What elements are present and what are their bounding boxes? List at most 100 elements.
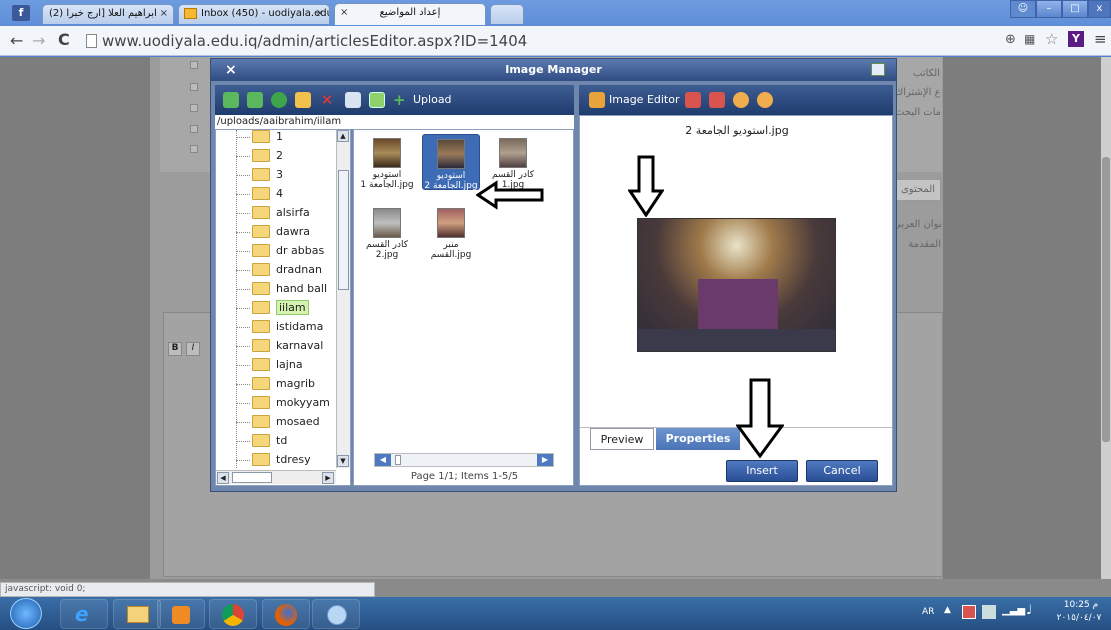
bookmark-star-icon[interactable]: ☆ xyxy=(1045,30,1058,48)
folder-icon xyxy=(252,168,270,181)
translate-icon[interactable]: ▦ xyxy=(1024,32,1035,46)
page-scrollbar-thumb[interactable] xyxy=(1102,157,1110,442)
chrome-icon[interactable] xyxy=(209,599,257,629)
tree-connector xyxy=(236,137,250,138)
user-icon[interactable]: ☺ xyxy=(1010,0,1036,18)
close-icon[interactable]: × xyxy=(340,7,348,18)
scroll-right-button[interactable]: ▶ xyxy=(537,454,553,466)
close-icon[interactable]: × xyxy=(225,59,237,81)
new-folder-icon[interactable] xyxy=(295,92,311,108)
tree-connector xyxy=(236,213,250,214)
minimize-button[interactable]: – xyxy=(1036,0,1062,18)
folder-label: magrib xyxy=(276,377,315,390)
folder-icon xyxy=(252,301,270,314)
checkbox[interactable] xyxy=(190,61,198,69)
action-center-icon[interactable] xyxy=(982,605,996,619)
scroll-down-button[interactable]: ▼ xyxy=(337,455,349,467)
network-warning-icon[interactable] xyxy=(962,605,976,619)
menu-icon[interactable]: ≡ xyxy=(1094,30,1107,48)
clock-time[interactable]: 10:25 م xyxy=(1055,600,1107,610)
files-hscroll[interactable]: ◀ ▶ xyxy=(374,453,554,467)
yahoo-icon[interactable]: Y xyxy=(1068,31,1084,47)
close-icon[interactable]: × xyxy=(316,8,324,19)
image-editor-label[interactable]: Image Editor xyxy=(609,93,680,106)
paint-icon[interactable] xyxy=(312,599,360,629)
forward-arrow-icon[interactable] xyxy=(247,92,263,108)
tree-connector xyxy=(236,308,250,309)
file-thumbnail[interactable]: كادر القسم 2.jpg xyxy=(358,208,416,260)
status-bar: javascript: void 0; xyxy=(0,582,375,597)
scroll-left-button[interactable]: ◀ xyxy=(217,472,229,484)
delete-icon[interactable]: ✕ xyxy=(319,92,335,108)
start-button[interactable] xyxy=(10,598,42,629)
file-thumbnail-selected[interactable]: استوديو الجامعة 2.jpg xyxy=(422,134,480,191)
file-explorer-icon[interactable] xyxy=(113,599,161,629)
maximize-button[interactable]: □ xyxy=(1062,0,1088,18)
tab-preview[interactable]: Preview xyxy=(590,428,654,450)
file-thumbnail[interactable]: استوديو الجامعة 1.jpg xyxy=(358,138,416,190)
back-icon[interactable]: ← xyxy=(10,31,23,50)
h-scroll-thumb[interactable] xyxy=(395,455,401,465)
crop-icon[interactable] xyxy=(685,92,701,108)
back-arrow-icon[interactable] xyxy=(223,92,239,108)
italic-button[interactable]: I xyxy=(186,342,200,356)
upload-label[interactable]: Upload xyxy=(413,93,452,106)
internet-explorer-icon[interactable]: e xyxy=(60,599,108,629)
h-scroll-thumb[interactable] xyxy=(232,472,272,483)
dialog-title-bar: Image Manager × xyxy=(211,59,896,81)
insert-button[interactable]: Insert xyxy=(726,460,798,482)
maximize-icon[interactable] xyxy=(871,63,885,76)
url-bar[interactable]: www.uodiyala.edu.iq/admin/articlesEditor… xyxy=(82,30,987,52)
list-view-icon[interactable] xyxy=(345,92,361,108)
volume-icon[interactable]: ♩ xyxy=(1026,603,1032,618)
show-hidden-icons[interactable]: ▲ xyxy=(944,605,951,615)
refresh-icon[interactable] xyxy=(271,92,287,108)
reload-icon[interactable]: C xyxy=(58,30,70,49)
tree-connector xyxy=(236,289,250,290)
firefox-icon[interactable] xyxy=(262,599,310,629)
image-editor-icon[interactable] xyxy=(589,92,605,108)
tree-connector xyxy=(236,365,250,366)
thumbnail-view-icon[interactable] xyxy=(369,92,385,108)
upload-icon[interactable]: + xyxy=(393,92,409,108)
signal-icon[interactable]: ▁▃▅ xyxy=(1002,605,1025,616)
forward-icon[interactable]: → xyxy=(32,31,45,50)
tree-connector xyxy=(236,460,250,461)
checkbox[interactable] xyxy=(190,145,198,153)
tree-scrollbar[interactable]: ▲ ▼ xyxy=(336,130,350,468)
scroll-up-button[interactable]: ▲ xyxy=(337,130,349,142)
bold-button[interactable]: B xyxy=(168,342,182,356)
tab-facebook[interactable]: (2) ابراهيم العلا [ارج خبرا × xyxy=(42,4,174,24)
zoom-in-icon[interactable] xyxy=(733,92,749,108)
folder-icon xyxy=(252,434,270,447)
checkbox[interactable] xyxy=(190,125,198,133)
scroll-thumb[interactable] xyxy=(338,170,349,290)
tab-properties[interactable]: Properties xyxy=(656,428,740,450)
folder-tree: 1 2 3 4 alsirfa dawra dr abbas dradnan hand ball… xyxy=(215,129,351,486)
zoom-icon[interactable]: ⊕ xyxy=(1005,32,1016,47)
tree-hscroll[interactable]: ◀ ▶ xyxy=(216,470,336,484)
tree-connector xyxy=(236,251,250,252)
close-window-button[interactable]: x xyxy=(1088,0,1111,18)
checkbox[interactable] xyxy=(190,104,198,112)
tree-connector xyxy=(236,422,250,423)
facebook-icon[interactable]: f xyxy=(12,5,30,21)
checkbox[interactable] xyxy=(190,83,198,91)
resize-icon[interactable] xyxy=(709,92,725,108)
language-indicator[interactable]: AR xyxy=(922,607,934,617)
scroll-left-button[interactable]: ◀ xyxy=(375,454,391,466)
file-thumbnail[interactable]: منبر القسم.jpg xyxy=(422,208,480,260)
scroll-right-button[interactable]: ▶ xyxy=(322,472,334,484)
tab-content[interactable]: المحتوى xyxy=(895,179,941,201)
close-icon[interactable]: × xyxy=(160,8,168,19)
cancel-button[interactable]: Cancel xyxy=(806,460,878,482)
clock-date[interactable]: ٢٠١٥/٠٤/٠٧ xyxy=(1049,613,1109,623)
zoom-out-icon[interactable] xyxy=(757,92,773,108)
file-image xyxy=(499,138,527,168)
media-player-icon[interactable] xyxy=(157,599,205,629)
folder-icon xyxy=(252,263,270,276)
folder-label: istidama xyxy=(276,320,324,333)
tab-inbox[interactable]: Inbox (450) - uodiyala.edu × xyxy=(178,4,330,24)
new-tab-button[interactable] xyxy=(490,4,524,24)
tab-articles-editor[interactable]: إعداد المواضيع × xyxy=(334,3,486,25)
